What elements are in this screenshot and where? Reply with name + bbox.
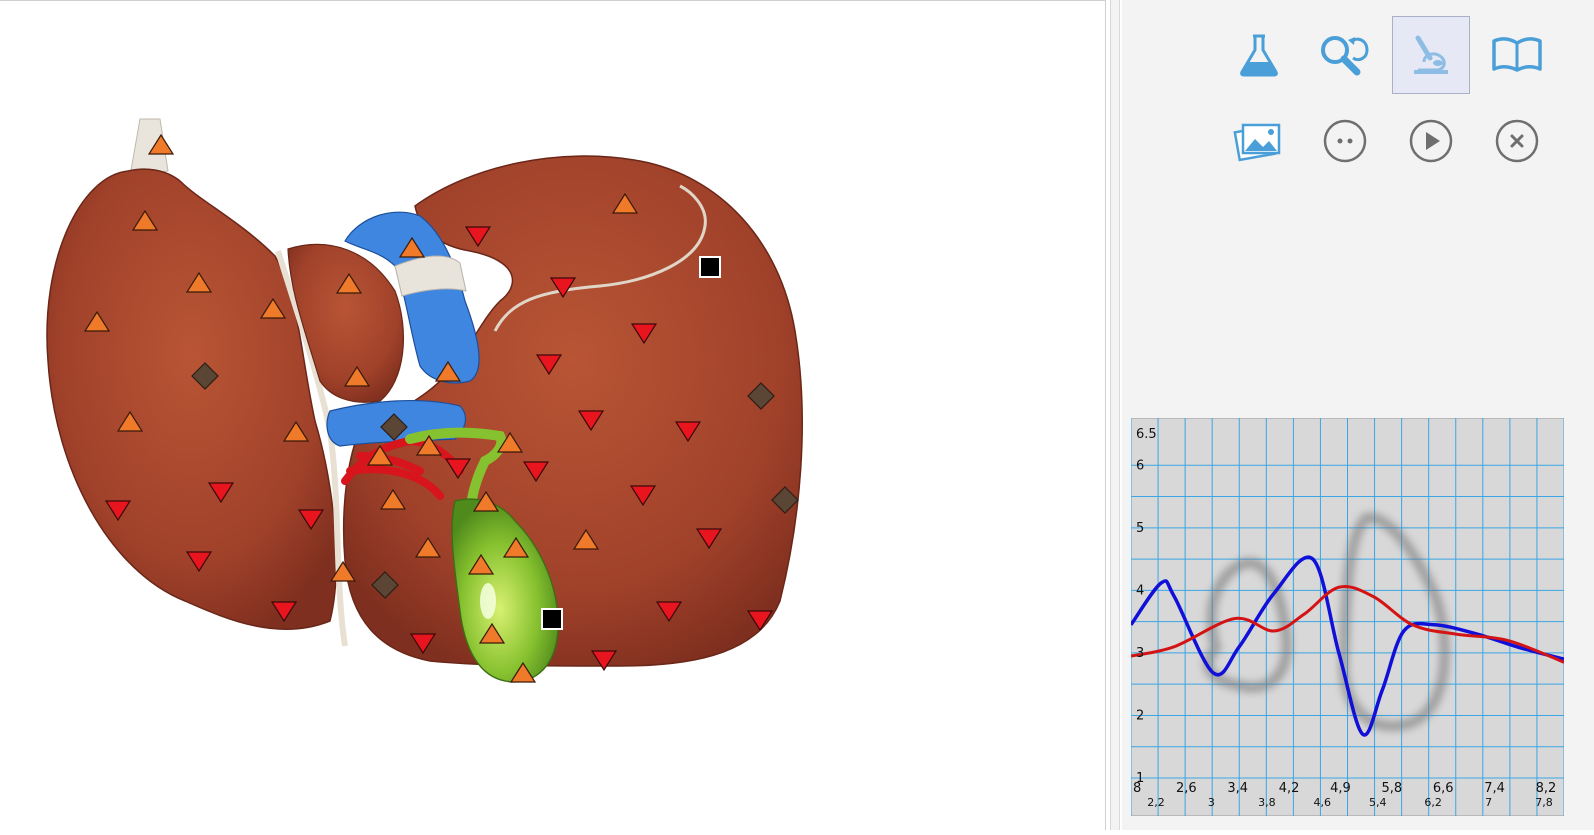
y-tick-label: 6.5 <box>1136 427 1157 442</box>
liver-illustration[interactable] <box>0 1 1106 831</box>
play-button[interactable] <box>1392 102 1470 180</box>
flask-button[interactable] <box>1220 16 1298 94</box>
x-tick-label-top: 7,4 <box>1484 781 1505 796</box>
play-circle-icon <box>1409 119 1453 163</box>
close-circle-icon <box>1495 119 1539 163</box>
gallbladder-highlight <box>480 583 496 619</box>
microscope-button[interactable] <box>1392 16 1470 94</box>
x-tick-label-bottom: 6,2 <box>1424 796 1442 809</box>
magnifier-rotate-button[interactable] <box>1306 16 1384 94</box>
x-tick-label-bottom: 3,8 <box>1258 796 1276 809</box>
marker-square[interactable] <box>541 608 563 630</box>
y-tick-label: 2 <box>1136 708 1144 723</box>
signal-chart-svg: 6.5654321 8 2,6 3,4 4,2 4,9 5,8 6,6 7,4 8,2 2,2 3… <box>1131 418 1564 816</box>
x-tick-label-top: 5,8 <box>1382 781 1403 796</box>
x-tick-label-top: 8,2 <box>1536 781 1557 796</box>
y-tick-label: 3 <box>1136 646 1144 661</box>
signal-chart: 6.5 6 5 4 3 2 1 8 2,6 3,4 4,2 4,9 5,8 6,6 7,4 8,2 2,2 3… <box>1131 418 1564 816</box>
x-tick-label-bottom: 3 <box>1208 796 1215 809</box>
flask-icon <box>1240 34 1278 77</box>
x-tick-label-top: 8 <box>1133 781 1141 796</box>
x-tick-label-bottom: 7 <box>1485 796 1492 809</box>
image-viewer[interactable] <box>0 0 1106 830</box>
x-tick-label-bottom: 4,6 <box>1314 796 1332 809</box>
marker-square[interactable] <box>699 256 721 278</box>
chart-x-ticks-top: 8 2,6 3,4 4,2 4,9 5,8 6,6 7,4 8,2 <box>1133 781 1556 796</box>
y-tick-label: 5 <box>1136 521 1144 536</box>
x-tick-label-top: 4,9 <box>1330 781 1351 796</box>
x-tick-label-bottom: 7,8 <box>1535 796 1553 809</box>
x-tick-label-top: 3,4 <box>1227 781 1248 796</box>
panel-splitter[interactable] <box>1110 0 1120 830</box>
close-button[interactable] <box>1478 102 1556 180</box>
x-tick-label-top: 2,6 <box>1176 781 1197 796</box>
x-tick-label-top: 6,6 <box>1433 781 1454 796</box>
x-tick-label-top: 4,2 <box>1279 781 1300 796</box>
y-tick-label: 4 <box>1136 583 1144 598</box>
magnifier-rotate-icon <box>1321 36 1369 76</box>
x-tick-label-bottom: 5,4 <box>1369 796 1387 809</box>
y-tick-label: 6 <box>1136 458 1144 473</box>
photo-gallery-button[interactable] <box>1220 102 1298 180</box>
photo-stack-icon <box>1233 123 1281 162</box>
x-tick-label-bottom: 2,2 <box>1147 796 1165 809</box>
ellipsis-circle-icon <box>1323 119 1367 163</box>
microscope-icon <box>1414 35 1448 74</box>
open-book-icon <box>1492 37 1542 72</box>
more-button[interactable] <box>1306 102 1384 180</box>
open-book-button[interactable] <box>1478 16 1556 94</box>
